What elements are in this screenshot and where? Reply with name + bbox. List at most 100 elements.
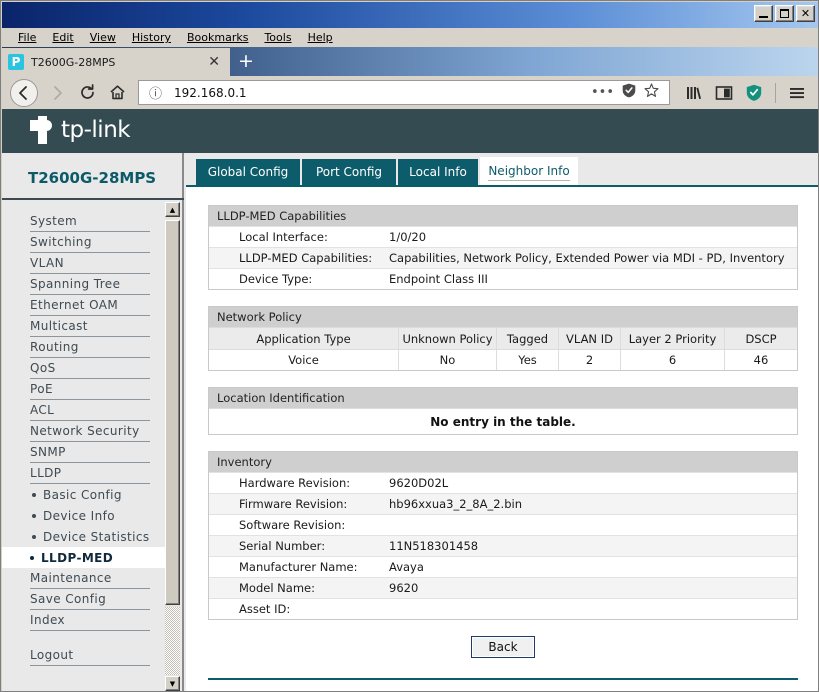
- sidebar-item-lldp[interactable]: LLDP: [30, 463, 150, 484]
- nav-back-button[interactable]: [10, 78, 38, 107]
- sidebar-item-label: ACL: [30, 403, 55, 417]
- sidebar-item-multicast[interactable]: Multicast: [30, 316, 150, 337]
- menu-edit[interactable]: Edit: [44, 30, 81, 45]
- tplink-logo: tp-link: [30, 116, 131, 144]
- tracking-shield-icon[interactable]: [740, 80, 768, 106]
- tab-neighbor-info[interactable]: Neighbor Info: [480, 157, 578, 185]
- scroll-up-arrow-icon[interactable]: ▲: [165, 202, 180, 217]
- tab-global-config[interactable]: Global Config: [196, 159, 300, 185]
- sidebar-item-acl[interactable]: ACL: [30, 400, 150, 421]
- sidebar-item-vlan[interactable]: VLAN: [30, 253, 150, 274]
- url-input[interactable]: 192.168.0.1: [174, 86, 587, 100]
- star-icon: [644, 83, 659, 97]
- scrollbar-thumb[interactable]: [165, 220, 180, 605]
- menu-bookmarks[interactable]: Bookmarks: [179, 30, 256, 45]
- column-header-application-type: Application Type: [209, 328, 399, 349]
- sidebar-item-maintenance[interactable]: Maintenance: [30, 568, 150, 589]
- bullet-icon: [32, 513, 36, 518]
- info-row-value: hb96xxua3_2_8A_2.bin: [389, 497, 522, 511]
- close-button[interactable]: ✕: [796, 5, 815, 22]
- sidebar-item-label: Device Info: [43, 508, 115, 523]
- minimize-button[interactable]: [754, 5, 773, 22]
- sidebar-item-label: Device Statistics: [43, 529, 150, 544]
- sidebar-item-label: Spanning Tree: [30, 277, 121, 291]
- arrow-left-icon: [19, 85, 27, 100]
- content-tabs: Global Config Port Config Local Info Neighb…: [186, 153, 818, 185]
- sidebar-item-switching[interactable]: Switching: [30, 232, 150, 253]
- menu-history[interactable]: History: [124, 30, 179, 45]
- sidebar-item-spanning-tree[interactable]: Spanning Tree: [30, 274, 150, 295]
- info-row: LLDP-MED Capabilities: Capabilities, Netw…: [209, 247, 797, 268]
- sidebar-icon[interactable]: [710, 80, 738, 106]
- cell-application-type: Voice: [209, 350, 399, 370]
- sidebar-item-system[interactable]: System: [30, 211, 150, 232]
- menu-icon[interactable]: [783, 80, 811, 106]
- info-row: Local Interface: 1/0/20: [209, 226, 797, 247]
- sidebar-item-save-config[interactable]: Save Config: [30, 589, 150, 610]
- cell-tagged: Yes: [497, 350, 559, 370]
- tab-local-info[interactable]: Local Info: [398, 159, 478, 185]
- nav-forward-button[interactable]: [42, 80, 72, 106]
- empty-table-message: No entry in the table.: [209, 408, 797, 434]
- library-icon[interactable]: [680, 80, 708, 106]
- content-area: Global Config Port Config Local Info Neighb…: [186, 153, 818, 691]
- menu-help[interactable]: Help: [300, 30, 341, 45]
- sidebar-item-snmp[interactable]: SNMP: [30, 442, 150, 463]
- sidebar-item-lldp-med[interactable]: LLDP-MED: [2, 547, 166, 568]
- sidebar-item-network-security[interactable]: Network Security: [30, 421, 150, 442]
- tab-label: Port Config: [315, 165, 383, 179]
- info-row: Serial Number: 11N518301458: [209, 535, 797, 556]
- browser-toolbar-icons: [680, 80, 811, 106]
- sidebar-item-qos[interactable]: QoS: [30, 358, 150, 379]
- sidebar-item-device-info[interactable]: Device Info: [30, 505, 150, 526]
- sidebar-item-label: System: [30, 214, 78, 228]
- info-row-label: LLDP-MED Capabilities:: [239, 251, 373, 265]
- menu-view[interactable]: View: [82, 30, 124, 45]
- scroll-down-arrow-icon[interactable]: ▼: [165, 676, 180, 691]
- sidebar-item-logout[interactable]: Logout: [30, 645, 150, 666]
- sidebar-item-label: Index: [30, 613, 66, 627]
- info-row: Hardware Revision: 9620D02L: [209, 472, 797, 493]
- tab-port-config[interactable]: Port Config: [302, 159, 396, 185]
- device-model-label: T2600G-28MPS: [28, 169, 157, 187]
- section-inventory: Inventory Hardware Revision: 9620D02L Firm…: [208, 451, 798, 620]
- sidebar-scrollbar[interactable]: ▲ ▼: [165, 202, 180, 691]
- nav-reload-button[interactable]: [72, 80, 102, 106]
- nav-home-button[interactable]: [102, 80, 132, 106]
- column-header-tagged: Tagged: [497, 328, 559, 349]
- tab-label: Global Config: [207, 165, 289, 179]
- tab-close-icon[interactable]: ✕: [204, 54, 224, 70]
- browser-window: ✕ File Edit View History Bookmarks Tools…: [0, 0, 819, 692]
- menu-file[interactable]: File: [10, 30, 44, 45]
- info-row-value: 11N518301458: [389, 539, 479, 553]
- sidebar-item-ethernet-oam[interactable]: Ethernet OAM: [30, 295, 150, 316]
- sidebar-item-label: Logout: [30, 648, 74, 662]
- footer-divider: [208, 678, 798, 680]
- sidebar-scroll-region: System Switching VLAN Spanning Tree Ethernet…: [2, 200, 184, 691]
- sidebar-item-poe[interactable]: PoE: [30, 379, 150, 400]
- sidebar-item-routing[interactable]: Routing: [30, 337, 150, 358]
- sidebar-item-index[interactable]: Index: [30, 610, 150, 631]
- bookmark-star-icon[interactable]: [640, 83, 663, 102]
- maximize-button[interactable]: [775, 5, 794, 22]
- page-actions-icon[interactable]: •••: [587, 85, 618, 100]
- url-bar[interactable]: ⓘ 192.168.0.1 •••: [138, 80, 670, 105]
- new-tab-button[interactable]: +: [234, 51, 258, 73]
- browser-menubar: File Edit View History Bookmarks Tools H…: [2, 28, 818, 47]
- page-info-icon[interactable]: ⓘ: [145, 83, 166, 102]
- browser-tab[interactable]: T2600G-28MPS ✕: [2, 48, 230, 76]
- reader-shield-icon[interactable]: [618, 83, 640, 102]
- scrollbar-gutter[interactable]: [165, 607, 180, 675]
- menu-tools[interactable]: Tools: [256, 30, 299, 45]
- sidebar-item-device-statistics[interactable]: Device Statistics: [30, 526, 150, 547]
- info-row-label: Serial Number:: [239, 539, 326, 553]
- back-button[interactable]: Back: [471, 636, 535, 658]
- window-controls: ✕: [754, 5, 815, 22]
- sidebar-item-basic-config[interactable]: Basic Config: [30, 484, 150, 505]
- info-row-label: Asset ID:: [239, 602, 291, 616]
- sidebar-item-label: LLDP-MED: [41, 550, 114, 565]
- toolbar-separator: [775, 82, 776, 103]
- cell-layer2-priority: 6: [621, 350, 725, 370]
- cell-unknown-policy: No: [399, 350, 497, 370]
